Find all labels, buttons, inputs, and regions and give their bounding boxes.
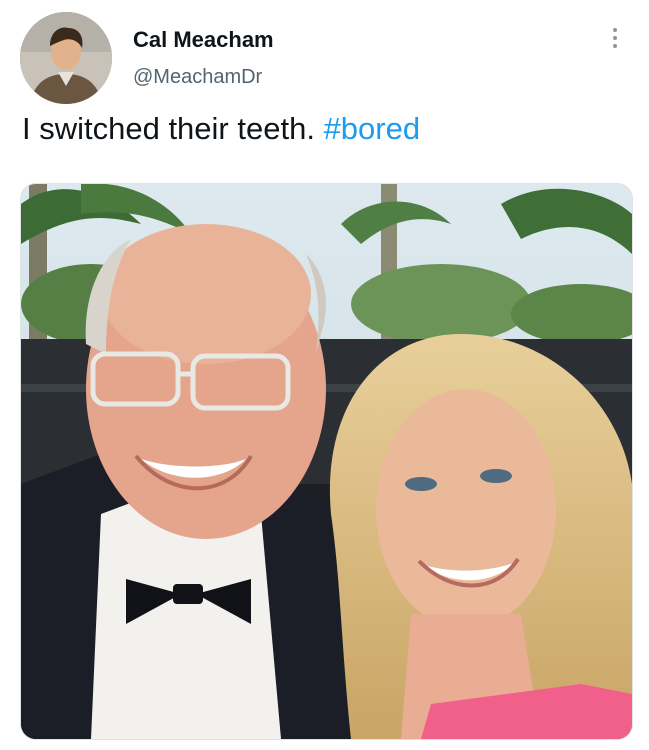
photo-icon — [21, 184, 632, 739]
more-options-icon[interactable] — [605, 25, 625, 55]
hashtag-link[interactable]: #bored — [324, 111, 421, 146]
user-handle[interactable]: @MeachamDr — [133, 66, 262, 89]
dot-icon — [613, 36, 617, 40]
dot-icon — [613, 28, 617, 32]
tweet-text: I switched their teeth. #bored — [22, 110, 420, 148]
tweet-body: I switched their teeth. — [22, 111, 315, 146]
dot-icon — [613, 44, 617, 48]
profile-photo-icon — [20, 12, 112, 104]
tweet-media-photo[interactable] — [20, 183, 633, 740]
tweet-card: Cal Meacham @MeachamDr I switched their … — [0, 0, 649, 750]
display-name[interactable]: Cal Meacham — [133, 27, 274, 53]
avatar[interactable] — [20, 12, 112, 104]
